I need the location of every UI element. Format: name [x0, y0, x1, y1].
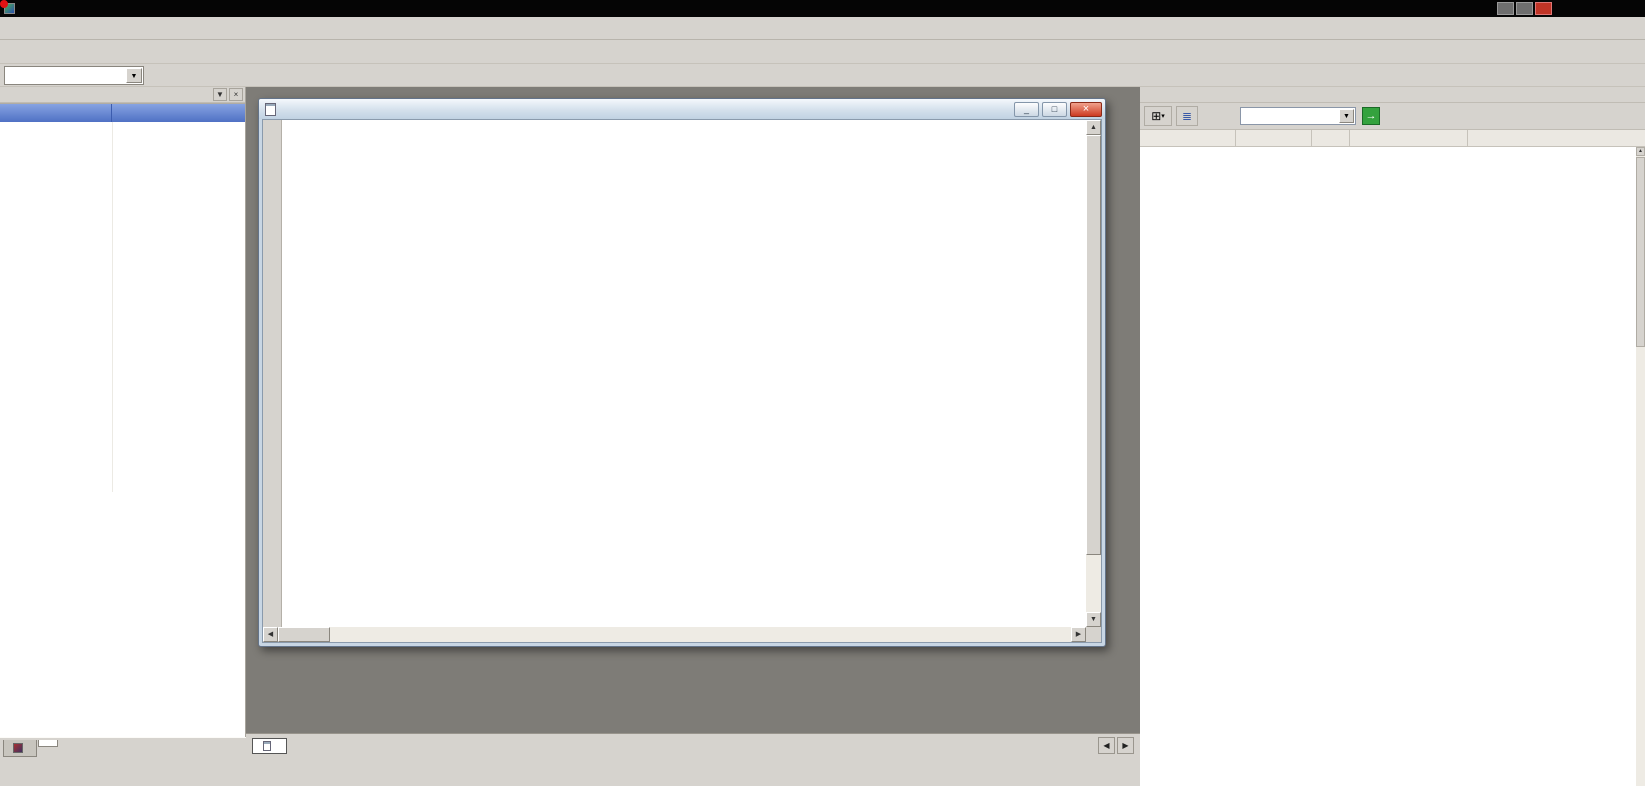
app-icon	[4, 3, 15, 14]
column-header-module[interactable]	[1468, 130, 1645, 146]
avr-studio-window: ▼ ▼ × _ □ × ▲ ▼ ◀ ▶ ◀ ▶ ⊞▾ ≣ ▼ → ▲	[0, 0, 1645, 786]
document-icon	[265, 102, 276, 116]
editor-restore-button[interactable]: □	[1042, 101, 1067, 117]
document-icon	[263, 740, 271, 751]
code-area[interactable]	[283, 120, 1086, 627]
editor-gutter[interactable]	[263, 120, 282, 627]
menu-bar	[0, 17, 1645, 40]
mdi-area: _ □ × ▲ ▼ ◀ ▶ ◀ ▶	[246, 87, 1140, 757]
trace-mode-combo[interactable]: ▼	[4, 65, 144, 85]
column-header-name[interactable]	[0, 104, 112, 122]
chevron-down-icon[interactable]: ▼	[126, 67, 142, 83]
processor-register-table	[0, 103, 245, 737]
io-register-table: ▲	[1140, 130, 1645, 786]
chevron-down-icon: ▾	[1161, 113, 1165, 120]
column-header-value[interactable]	[1312, 130, 1350, 146]
processor-panel-header: ▼ ×	[0, 87, 245, 103]
minimize-button[interactable]	[1497, 2, 1514, 15]
editor-body: ▲ ▼ ◀ ▶	[262, 119, 1102, 643]
io-table-header	[1140, 130, 1645, 147]
io-scroll-thumb[interactable]	[1636, 157, 1645, 347]
io-vertical-scrollbar[interactable]: ▲	[1636, 147, 1645, 786]
tab-scroll-left-icon[interactable]: ◀	[1098, 737, 1115, 754]
trace-toolbar: ▼	[0, 64, 1645, 87]
editor-window: _ □ × ▲ ▼ ◀ ▶	[258, 98, 1106, 647]
close-button[interactable]	[1535, 2, 1552, 15]
tab-scroll-right-icon[interactable]: ▶	[1117, 737, 1134, 754]
column-header-address[interactable]	[1236, 130, 1312, 146]
main-toolbar	[0, 40, 1645, 64]
editor-horizontal-scrollbar[interactable]: ◀ ▶	[263, 627, 1086, 642]
title-bar	[0, 0, 1645, 17]
column-header-name[interactable]	[1140, 130, 1236, 146]
scroll-right-icon[interactable]: ▶	[1071, 627, 1086, 642]
processor-table-header	[0, 104, 245, 122]
editor-vertical-scrollbar[interactable]: ▲ ▼	[1086, 120, 1101, 627]
avr-gcc-icon	[13, 743, 23, 753]
scroll-up-icon[interactable]: ▲	[1636, 147, 1645, 156]
vertical-scroll-thumb[interactable]	[1086, 135, 1101, 555]
output-tab-bar	[0, 737, 246, 763]
tab-scroll-buttons: ◀ ▶	[1098, 737, 1134, 754]
view-mode-button[interactable]: ≣	[1176, 106, 1198, 126]
processor-panel: ▼ ×	[0, 87, 246, 737]
column-header-value[interactable]	[112, 104, 124, 122]
chip-icon: ⊞	[1151, 109, 1162, 123]
scroll-up-icon[interactable]: ▲	[1086, 120, 1101, 135]
io-filter-combo[interactable]: ▼	[1240, 107, 1356, 125]
list-view-icon: ≣	[1181, 109, 1193, 123]
io-view-header	[1140, 87, 1645, 103]
io-view-panel: ⊞▾ ≣ ▼ → ▲	[1140, 87, 1645, 786]
maximize-button[interactable]	[1516, 2, 1533, 15]
document-tab[interactable]	[252, 737, 287, 754]
select-device-button[interactable]: ⊞▾	[1144, 106, 1172, 126]
editor-close-button[interactable]: ×	[1070, 101, 1102, 117]
scroll-left-icon[interactable]: ◀	[263, 627, 278, 642]
column-header-bits[interactable]	[1350, 130, 1468, 146]
editor-title-bar[interactable]: _ □ ×	[259, 99, 1105, 119]
refresh-button[interactable]: →	[1362, 107, 1380, 125]
close-icon[interactable]: ×	[229, 88, 243, 101]
io-view-toolbar: ⊞▾ ≣ ▼ →	[1140, 103, 1645, 130]
io-rows	[1140, 147, 1636, 786]
chevron-down-icon[interactable]: ▼	[1339, 109, 1354, 123]
document-tab-bar: ◀ ▶	[246, 733, 1140, 757]
editor-minimize-button[interactable]: _	[1014, 101, 1039, 117]
tab-avr-gcc[interactable]	[3, 740, 37, 757]
scroll-down-icon[interactable]: ▼	[1086, 612, 1101, 627]
scrollbar-corner	[1086, 627, 1101, 642]
chevron-down-icon[interactable]: ▼	[213, 88, 227, 101]
horizontal-scroll-thumb[interactable]	[278, 627, 330, 642]
tab-processor[interactable]	[38, 740, 58, 747]
